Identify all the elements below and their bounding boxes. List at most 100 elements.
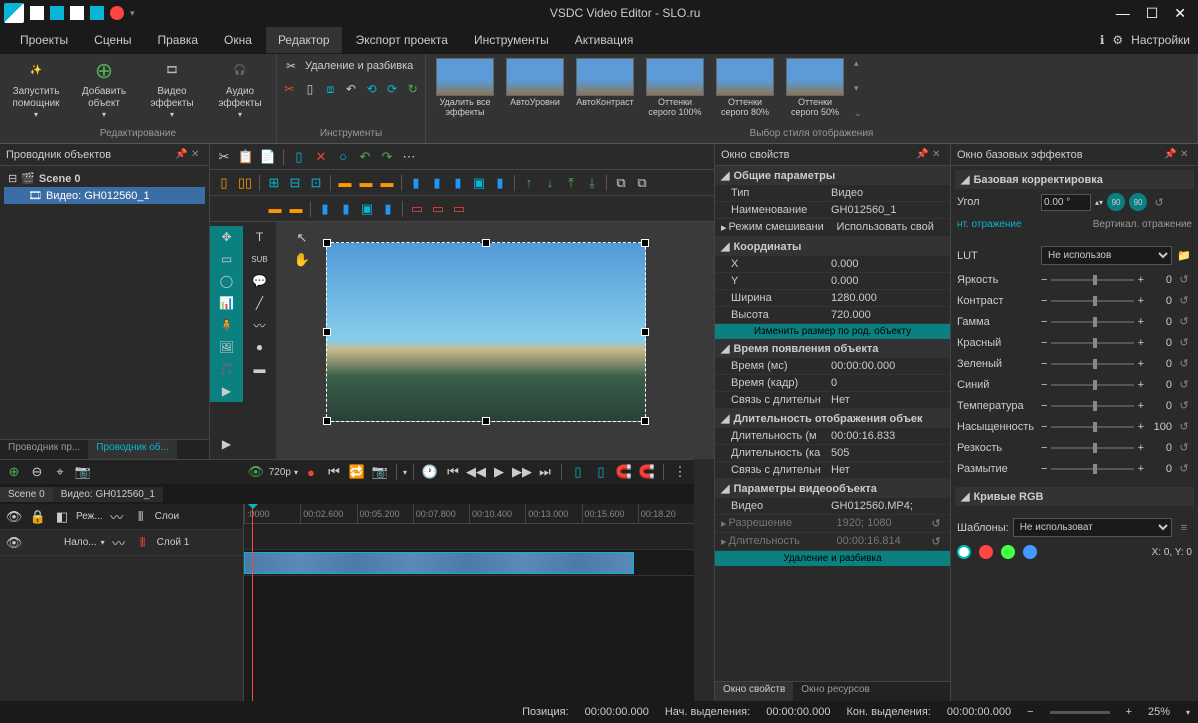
fx-slider[interactable] (1051, 426, 1133, 428)
menu-item-1[interactable]: Сцены (82, 27, 143, 53)
reset-icon[interactable]: ↺ (1176, 315, 1192, 328)
section-appear[interactable]: ◢ Время появления объекта (715, 339, 950, 358)
rotate-90-ccw-icon[interactable]: 90 (1129, 193, 1147, 211)
resize-handle[interactable] (641, 239, 649, 247)
align-left-icon[interactable]: ▯ (214, 173, 234, 193)
rgb-blue-dot[interactable] (1023, 545, 1037, 559)
trim-icon[interactable]: ▯ (302, 79, 319, 99)
menu-item-0[interactable]: Проекты (8, 27, 80, 53)
resize-handle[interactable] (482, 239, 490, 247)
align-h1-icon[interactable]: ▬ (335, 173, 355, 193)
resize-handle[interactable] (323, 328, 331, 336)
tl-clock-icon[interactable]: 🕐 (420, 462, 440, 482)
tl-marker1-icon[interactable]: ▯ (568, 462, 588, 482)
person-tool-icon[interactable]: 🧍 (210, 314, 243, 336)
prop-name[interactable]: НаименованиеGH012560_1 (715, 202, 950, 219)
close-button[interactable]: ✕ (1174, 5, 1186, 22)
tl-row-eye-icon[interactable]: 👁 (4, 533, 24, 553)
info-icon[interactable]: ℹ (1100, 33, 1105, 47)
playhead[interactable] (252, 504, 253, 701)
resize-handle[interactable] (482, 417, 490, 425)
add-object-button[interactable]: ⊕ Добавить объект▾ (72, 56, 136, 122)
crop-icon[interactable]: ⧈ (322, 79, 339, 99)
tl-record-icon[interactable]: ● (301, 462, 321, 482)
copy-icon[interactable]: 📋 (236, 147, 256, 167)
tab-properties[interactable]: Окно свойств (715, 682, 793, 701)
folder-icon[interactable]: 📁 (1176, 249, 1192, 262)
tl-row-wave-icon[interactable]: ⦀ (133, 533, 153, 553)
qat-dropdown-icon[interactable]: ▾ (130, 8, 135, 19)
tl-marker-icon[interactable]: 📷 (73, 462, 93, 482)
pin-icon[interactable]: 📌 (175, 149, 187, 161)
tree-node-scene[interactable]: ⊟ 🎬 Scene 0 (4, 170, 205, 187)
settings-label[interactable]: Настройки (1131, 33, 1190, 47)
tl-snapshot-icon[interactable]: 📷 (370, 462, 390, 482)
video-tool-icon[interactable]: ▶ (210, 380, 243, 402)
tl-visible-icon[interactable]: 👁 (246, 462, 266, 482)
angle-input[interactable] (1041, 194, 1091, 211)
prop-y[interactable]: Y0.000 (715, 273, 950, 290)
style-expand-icon[interactable]: ⌄ (854, 108, 862, 119)
rotate-90-cw-icon[interactable]: 90 (1107, 193, 1125, 211)
tree-node-video[interactable]: 🎞 Видео: GH012560_1 (4, 187, 205, 204)
panel-close-icon[interactable]: ✕ (191, 149, 203, 161)
prop-dur-frame[interactable]: Длительность (ка505 (715, 445, 950, 462)
menu-item-7[interactable]: Активация (563, 27, 646, 53)
time2-icon[interactable]: ▮ (336, 199, 356, 219)
tl-lock-icon[interactable]: 🔒 (28, 507, 48, 527)
line-tool-icon[interactable]: ╱ (243, 292, 276, 314)
align-v4-icon[interactable]: ▮ (490, 173, 510, 193)
qat-export-icon[interactable] (90, 6, 104, 20)
audio-effects-button[interactable]: 🎧 Аудио эффекты▾ (208, 56, 272, 122)
fx-slider[interactable] (1051, 447, 1133, 449)
style-thumb-1[interactable]: АвтоУровни (504, 58, 566, 108)
sel1-icon[interactable]: ▭ (407, 199, 427, 219)
expand-icon[interactable]: ⊟ (8, 172, 17, 185)
fx-slider[interactable] (1051, 405, 1133, 407)
prop-time-frame[interactable]: Время (кадр)0 (715, 375, 950, 392)
rgb-white-dot[interactable] (957, 545, 971, 559)
menu-item-6[interactable]: Инструменты (462, 27, 561, 53)
menu-item-4[interactable]: Редактор (266, 27, 342, 53)
fx-section-basic[interactable]: ◢ Базовая корректировка (955, 170, 1194, 189)
prop-time-ms[interactable]: Время (мс)00:00:00.000 (715, 358, 950, 375)
more-icon[interactable]: ⋯ (399, 147, 419, 167)
tab-object-explorer[interactable]: Проводник об... (88, 440, 177, 459)
fx-slider[interactable] (1051, 279, 1133, 281)
section-videoobj[interactable]: ◢ Параметры видеообъекта (715, 479, 950, 498)
zoom-slider[interactable] (1050, 711, 1110, 714)
section-coords[interactable]: ◢ Координаты (715, 237, 950, 256)
rect-tool-icon[interactable]: ▭ (210, 248, 243, 270)
reset-icon[interactable]: ↺ (1151, 196, 1167, 209)
style-thumb-0[interactable]: Удалить все эффекты (434, 58, 496, 118)
shape2-tool-icon[interactable]: ▬ (243, 358, 276, 380)
center-icon[interactable]: ▣ (469, 173, 489, 193)
align-group1-icon[interactable]: ▯▯ (235, 173, 255, 193)
style-thumb-5[interactable]: Оттенки серого 50% (784, 58, 846, 118)
arrow-down-icon[interactable]: ↓ (540, 173, 560, 193)
section-duration[interactable]: ◢ Длительность отображения объек (715, 409, 950, 428)
time3-icon[interactable]: ▣ (357, 199, 377, 219)
tl-play-icon[interactable]: ▶ (489, 462, 509, 482)
rotate-90-icon[interactable]: ⟲ (363, 79, 380, 99)
qat-save-icon[interactable] (70, 6, 84, 20)
tl-add-icon[interactable]: ⊕ (4, 462, 24, 482)
resize-to-parent-button[interactable]: Изменить размер по род. объекту (715, 324, 950, 339)
reset-icon[interactable]: ↺ (928, 517, 944, 530)
reset-icon[interactable]: ↺ (1176, 336, 1192, 349)
curve-tool-icon[interactable]: 〰 (243, 314, 276, 336)
tab-project-explorer[interactable]: Проводник пр... (0, 440, 88, 459)
time4-icon[interactable]: ▮ (378, 199, 398, 219)
vflip-toggle[interactable]: Вертикал. отражение (1093, 219, 1192, 230)
tl-tab-video[interactable]: Видео: GH012560_1 (53, 487, 163, 502)
fx-slider[interactable] (1051, 363, 1133, 365)
sel2-icon[interactable]: ▭ (428, 199, 448, 219)
prop-blend[interactable]: ▸Режим смешиваниИспользовать свой (715, 219, 950, 237)
cut-icon[interactable]: ✂ (281, 79, 298, 99)
arrow-up-icon[interactable]: ↑ (519, 173, 539, 193)
style-thumb-3[interactable]: Оттенки серого 100% (644, 58, 706, 118)
reset-icon[interactable]: ↺ (1176, 399, 1192, 412)
hflip-toggle[interactable]: нт. отражение (957, 219, 1022, 230)
tl-first-icon[interactable]: ⏮ (443, 462, 463, 482)
tl-loop-icon[interactable]: 🔁 (347, 462, 367, 482)
